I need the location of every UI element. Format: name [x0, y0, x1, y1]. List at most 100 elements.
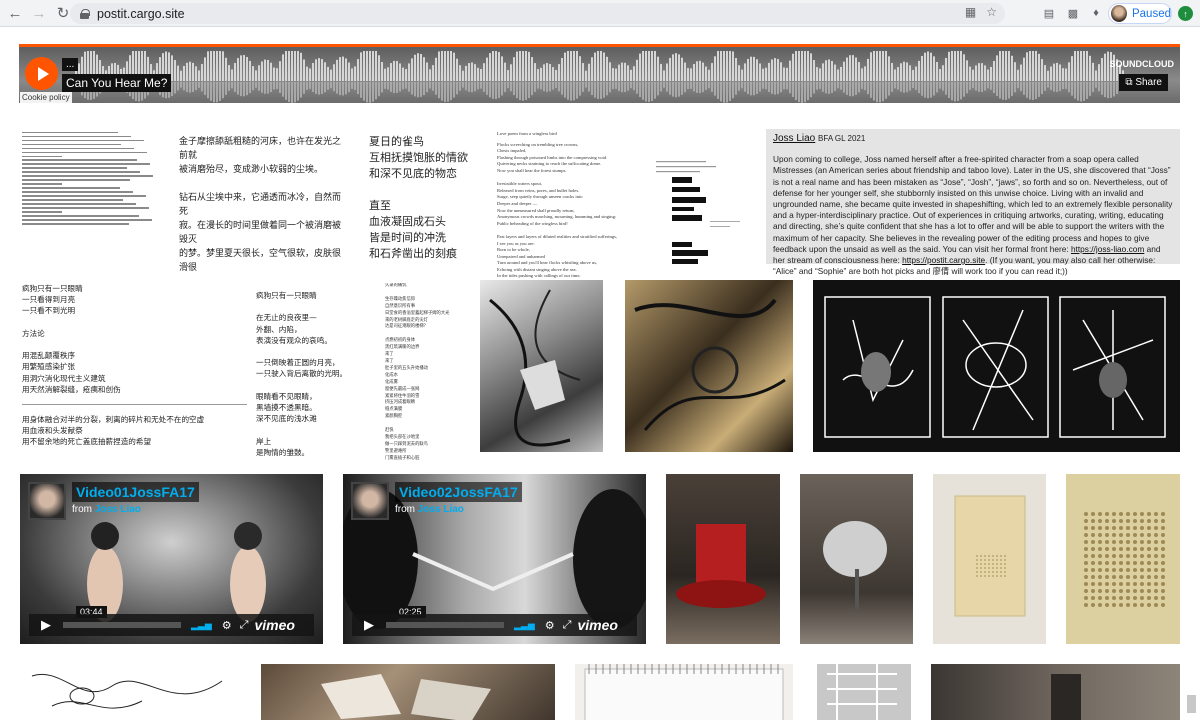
star-icon[interactable]: ☆ [986, 5, 997, 19]
texture-dot [1098, 589, 1102, 593]
video-player-1[interactable]: Video01JossFA17 from Joss Liao 03:44 ▶ ▂… [20, 474, 323, 644]
settings-icon[interactable]: ⚙ [222, 619, 232, 632]
poem-thumbnail-gold[interactable]: 金子摩擦舔舐粗糙的河床，也许在发光之前就 被消磨殆尽，变成渺小软弱的尘埃。 钻石从… [179, 135, 349, 275]
poem-thumbnail-hunger[interactable]: 久录的痛饥 生存躁动焦信仰 自然意识所有事 日堂食的香溢里蓄起梯子姆的大光 来的老树脚… [385, 283, 455, 473]
waveform-reflection [789, 82, 791, 94]
video-progress[interactable] [63, 622, 181, 628]
vimeo-logo[interactable]: vimeo [254, 617, 294, 633]
waveform-reflection [276, 82, 278, 90]
poem-line [256, 301, 356, 312]
triptych-artwork[interactable] [813, 280, 1180, 452]
waveform-reflection [348, 82, 350, 93]
poem-thumbnail-mad-dog[interactable]: 疯狗只有一只眼睛 一只看得到月亮 一只看不到光明 方法论 用混乱颠覆秩序 用繁殖感染扩… [22, 283, 252, 463]
video-title[interactable]: Video01JossFA17 [72, 482, 199, 502]
drawing-artwork-2[interactable] [625, 280, 793, 452]
texture-dot [1126, 582, 1130, 586]
author-portrait[interactable] [351, 482, 389, 520]
texture-dot [1000, 555, 1002, 557]
waveform-reflection [1044, 82, 1046, 91]
waveform-reflection [906, 82, 908, 93]
sketch-thumbnail[interactable] [22, 666, 242, 720]
texture-dot [1119, 561, 1123, 565]
author-portrait[interactable] [28, 482, 66, 520]
video-author[interactable]: Joss Liao [418, 504, 464, 515]
poem-line: 黑墙摸不透黑暗。 [256, 403, 317, 413]
redacted-document-thumbnail[interactable] [654, 131, 750, 271]
scrollbar-thumb[interactable] [1187, 695, 1196, 713]
essay-line [22, 135, 131, 137]
waveform-bar [519, 51, 521, 81]
texture-dot [1098, 582, 1102, 586]
track-title[interactable]: Can You Hear Me? [62, 74, 172, 92]
video-player-2[interactable]: Video02JossFA17 from Joss Liao 02:25 ▶ ▂… [343, 474, 646, 644]
waveform-bar [411, 58, 413, 81]
paper-photo[interactable] [261, 664, 555, 720]
sculpture-photo-silver[interactable] [800, 474, 913, 644]
address-bar[interactable]: postit.cargo.site ▦ ☆ [70, 3, 1005, 24]
waveform-bar [180, 70, 182, 81]
volume-icon[interactable]: ▂▃▅ [191, 620, 212, 631]
metal-frame-photo[interactable] [817, 664, 911, 720]
back-icon[interactable]: ← [4, 2, 26, 24]
translate-icon[interactable]: ▦ [965, 5, 976, 19]
texture-dot [988, 567, 990, 569]
ink-drawing [634, 298, 786, 431]
waveform-bar [1041, 59, 1043, 81]
update-icon[interactable]: ↑ [1178, 6, 1193, 21]
image-icon[interactable]: ▩ [1064, 4, 1082, 22]
poem-thumbnail-wingless[interactable]: Love poem from a wingless bird Flocks sc… [497, 131, 627, 281]
soundcloud-logo[interactable]: SOUNDCLOUD [1110, 59, 1175, 69]
waveform-reflection [960, 82, 962, 100]
drawing-artwork-1[interactable] [480, 280, 603, 452]
waveform-bar [363, 51, 365, 81]
notebook-photo[interactable] [575, 664, 793, 720]
puzzle-icon[interactable]: ♦ [1087, 4, 1105, 22]
waveform-bar [885, 51, 887, 81]
settings-icon[interactable]: ⚙ [545, 619, 555, 632]
video-controls: ▶ ▂▃▅ ⚙ ⤢ vimeo [29, 614, 314, 636]
poem-thumbnail-birds[interactable]: 夏日的雀鸟 互相抚摸饱胀的情欲 和深不见底的物恋 直至 血液凝固成石头 皆是时间的冲洗和… [369, 134, 479, 284]
poem-thumbnail-eyes[interactable]: 疯狗只有一只眼睛 在无止的良夜里— 外翻、内陷， 表演没有观众的哀鸣。 一只倒映着正… [256, 290, 356, 465]
play-icon[interactable]: ▶ [352, 617, 386, 633]
waveform-bar [993, 60, 995, 81]
waveform-bar [513, 57, 515, 81]
texture-dot [996, 563, 998, 565]
vimeo-logo[interactable]: vimeo [577, 617, 617, 633]
bio-link-portfolio[interactable]: https://joss-liao.com [1071, 244, 1144, 254]
play-button[interactable] [25, 57, 58, 90]
fullscreen-icon[interactable]: ⤢ [240, 619, 249, 632]
waveform[interactable] [75, 51, 1125, 103]
cookie-policy-link[interactable]: Cookie policy [20, 92, 72, 103]
waveform-reflection [630, 82, 632, 89]
bio-link-blog[interactable]: https://postit.cargo.site [902, 255, 985, 265]
texture-dot [1084, 568, 1088, 572]
profile-button[interactable]: Paused [1108, 3, 1172, 24]
waveform-reflection [369, 82, 371, 103]
page: ... Can You Hear Me? SOUNDCLOUD ⧉ Share … [0, 28, 1200, 720]
play-icon[interactable]: ▶ [29, 617, 63, 633]
texture-dot [1091, 575, 1095, 579]
share-button[interactable]: ⧉ Share [1119, 74, 1168, 91]
track-user[interactable]: ... [62, 58, 79, 71]
css-icon[interactable]: ▤ [1040, 4, 1058, 22]
wall-piece-photo-1[interactable] [933, 474, 1046, 644]
volume-icon[interactable]: ▂▃▅ [514, 620, 535, 631]
waveform-reflection [888, 82, 890, 96]
chinese-essay-thumbnail[interactable] [22, 129, 162, 269]
video-title[interactable]: Video02JossFA17 [395, 482, 522, 502]
wall-piece-photo-2[interactable] [1066, 474, 1180, 644]
waveform-reflection [840, 82, 842, 90]
forward-icon[interactable]: → [28, 2, 50, 24]
video-author[interactable]: Joss Liao [95, 504, 141, 515]
installation-photo[interactable] [931, 664, 1180, 720]
sculpture-photo-red[interactable] [666, 474, 780, 644]
waveform-bar [699, 60, 701, 81]
video-progress[interactable] [386, 622, 504, 628]
bio-name-link[interactable]: Joss Liao [773, 133, 815, 144]
waveform-reflection [975, 82, 977, 91]
waveform-bar [186, 62, 188, 81]
poem-line: 达是司征淹眼的楼梯？ [385, 324, 428, 330]
waveform-reflection [177, 82, 179, 91]
waveform-reflection [807, 82, 809, 101]
fullscreen-icon[interactable]: ⤢ [563, 619, 572, 632]
